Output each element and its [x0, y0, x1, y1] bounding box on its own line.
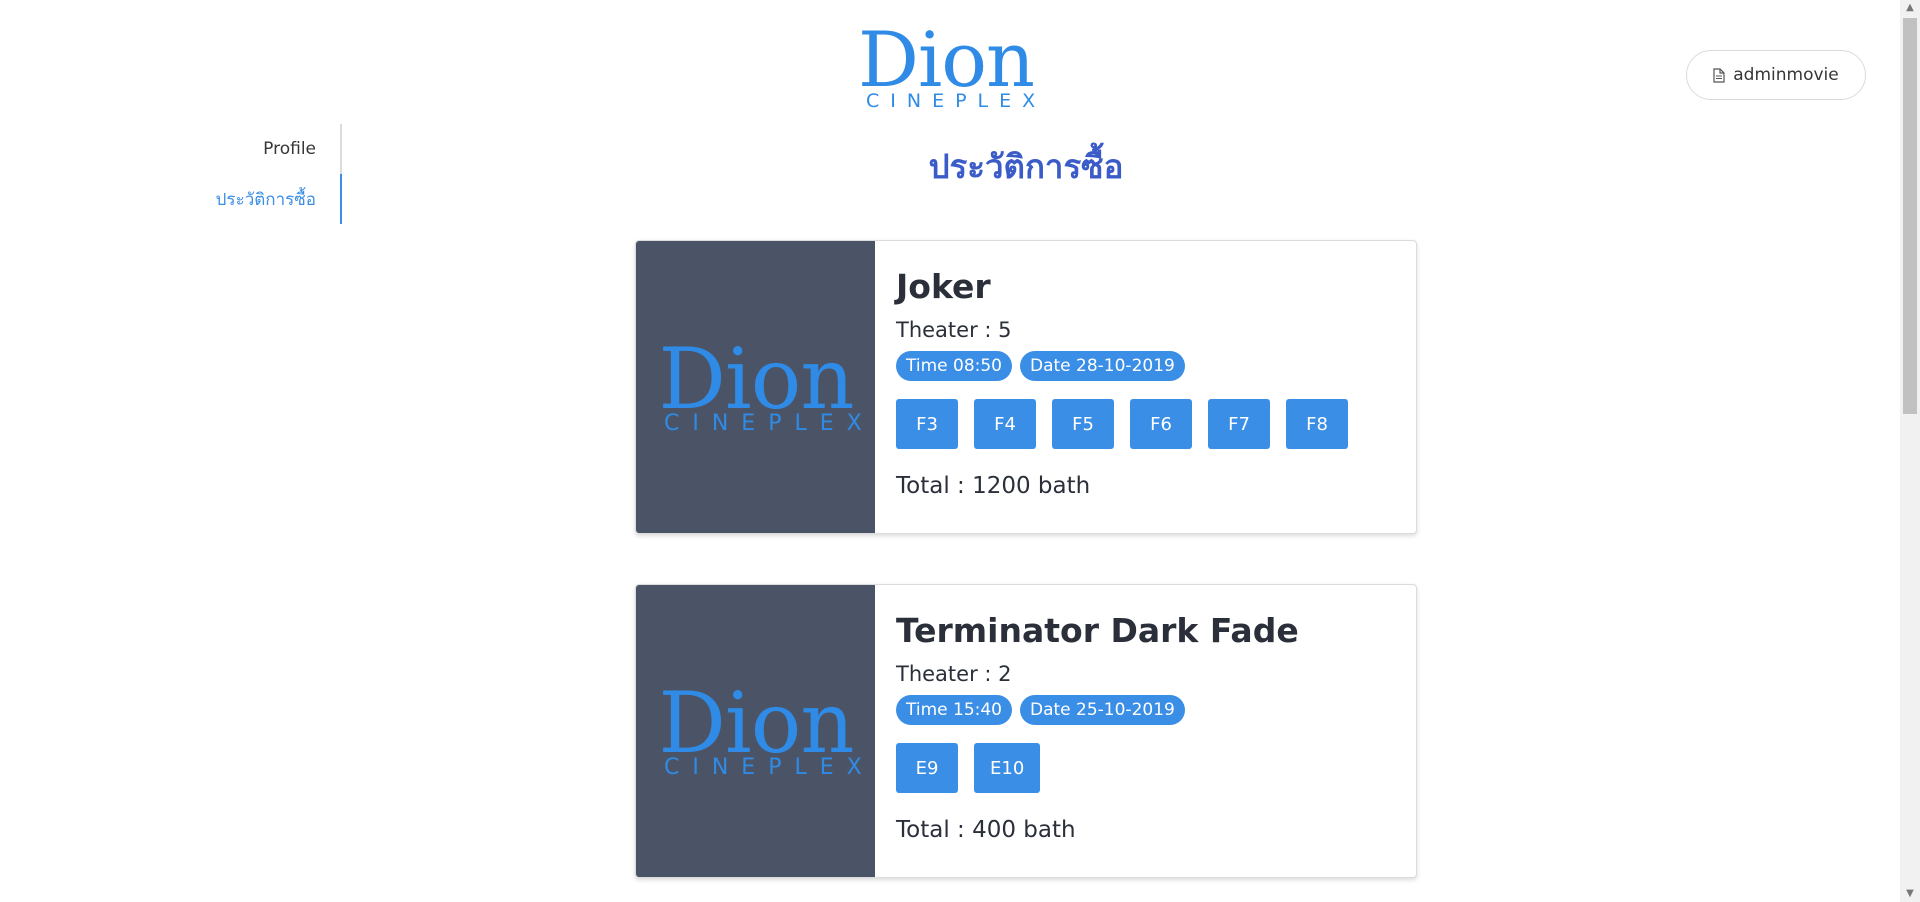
document-icon [1713, 67, 1725, 83]
poster-logo-subtitle: CINEPLEX [664, 411, 875, 436]
order-card: Dion CINEPLEX Terminator Dark Fade Theat… [635, 584, 1417, 878]
movie-poster: Dion CINEPLEX [636, 585, 875, 877]
order-total: Total : 1200 bath [896, 473, 1091, 499]
order-card: Dion CINEPLEX Joker Theater : 5 Time 08:… [635, 240, 1417, 534]
theater-label: Theater : 5 [896, 318, 1012, 342]
movie-title: Terminator Dark Fade [896, 611, 1299, 650]
showtime-tags: Time 08:50 Date 28-10-2019 [896, 351, 1406, 381]
poster-logo: Dion CINEPLEX [656, 330, 875, 436]
seat-list: F3 F4 F5 F6 F7 F8 [896, 399, 1406, 449]
seat-button[interactable]: F8 [1286, 399, 1348, 449]
time-tag: Time 15:40 [896, 695, 1012, 725]
site-logo[interactable]: Dion CINEPLEX [856, 22, 1036, 111]
seat-button[interactable]: F6 [1130, 399, 1192, 449]
scroll-down-arrow-icon[interactable]: ▼ [1900, 886, 1920, 902]
page-title: ประวัติการซื้อ [928, 147, 1124, 186]
logo-word: Dion [858, 15, 1035, 104]
user-account-button[interactable]: adminmovie [1686, 50, 1866, 100]
poster-logo-subtitle: CINEPLEX [664, 755, 875, 780]
scrollbar-thumb[interactable] [1903, 18, 1917, 414]
order-total: Total : 400 bath [896, 817, 1076, 843]
order-info: Terminator Dark Fade Theater : 2 Time 15… [896, 611, 1406, 845]
seat-button[interactable]: F4 [974, 399, 1036, 449]
seat-list: E9 E10 [896, 743, 1406, 793]
order-info: Joker Theater : 5 Time 08:50 Date 28-10-… [896, 267, 1406, 501]
time-tag: Time 08:50 [896, 351, 1012, 381]
poster-logo-word: Dion [658, 674, 855, 772]
seat-button[interactable]: F7 [1208, 399, 1270, 449]
poster-logo: Dion CINEPLEX [656, 674, 875, 780]
movie-poster: Dion CINEPLEX [636, 241, 875, 533]
seat-button[interactable]: F5 [1052, 399, 1114, 449]
seat-button[interactable]: E10 [974, 743, 1041, 793]
date-tag: Date 28-10-2019 [1020, 351, 1185, 381]
seat-button[interactable]: E9 [896, 743, 958, 793]
showtime-tags: Time 15:40 Date 25-10-2019 [896, 695, 1406, 725]
vertical-scrollbar[interactable]: ▲ ▼ [1900, 0, 1920, 902]
theater-label: Theater : 2 [896, 662, 1012, 686]
poster-logo-word: Dion [658, 330, 855, 428]
movie-title: Joker [896, 267, 991, 306]
date-tag: Date 25-10-2019 [1020, 695, 1185, 725]
seat-button[interactable]: F3 [896, 399, 958, 449]
logo-subtitle: CINEPLEX [866, 90, 1047, 112]
scroll-up-arrow-icon[interactable]: ▲ [1900, 0, 1920, 16]
user-account-label: adminmovie [1733, 65, 1839, 85]
